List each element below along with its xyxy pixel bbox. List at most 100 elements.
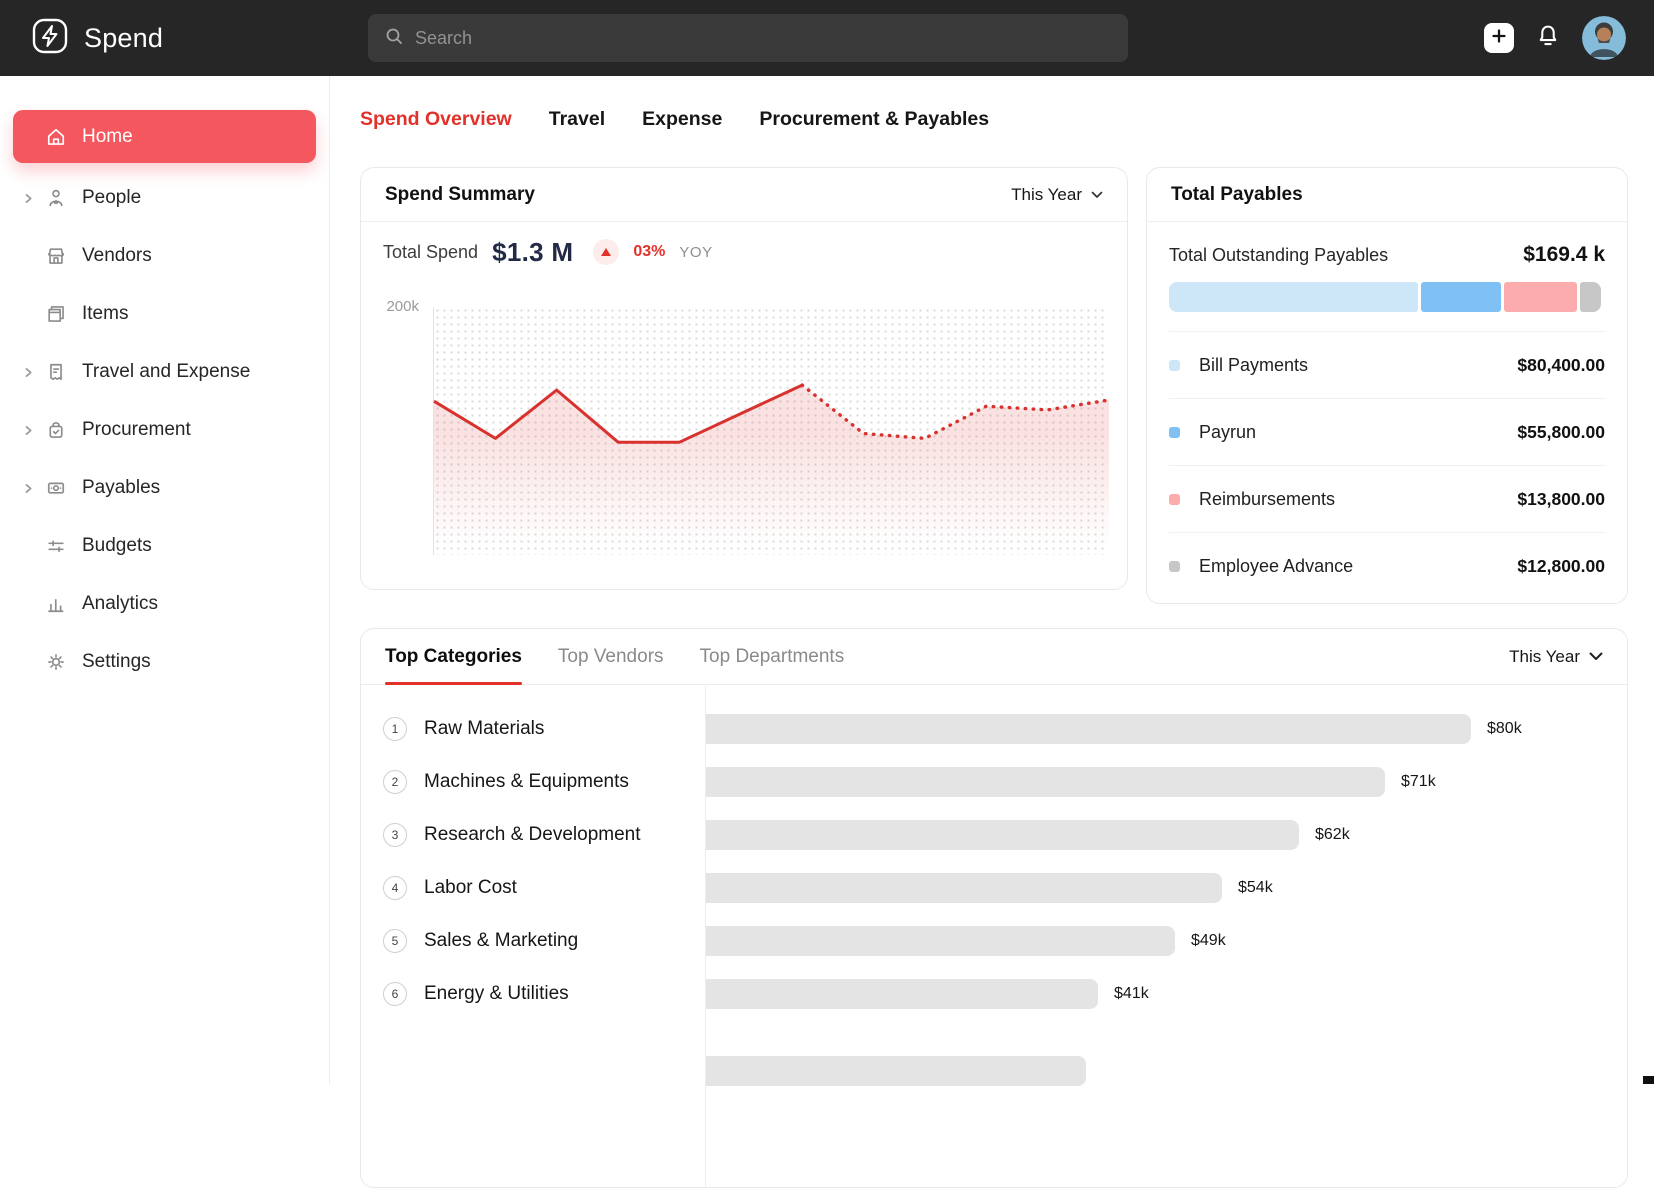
yoy-percent: 03% — [633, 243, 665, 261]
sidebar-item-procurement[interactable]: Procurement — [13, 401, 316, 459]
category-list-item: 1Raw Materials — [361, 702, 705, 755]
category-tabs: Top Categories Top Vendors Top Departments — [385, 629, 844, 684]
rank-badge: 6 — [383, 982, 407, 1006]
rank-badge: 4 — [383, 876, 407, 900]
sidebar-item-people[interactable]: People — [13, 169, 316, 227]
category-bar-value: $41k — [1114, 985, 1149, 1003]
top-categories-period-dropdown[interactable]: This Year — [1509, 629, 1603, 684]
payables-row: Reimbursements $13,800.00 — [1169, 465, 1605, 532]
category-label: Raw Materials — [424, 718, 544, 740]
category-list-item: 6Energy & Utilities — [361, 967, 705, 1020]
sidebar-item-label: Payables — [82, 477, 160, 499]
sidebar-item-payables[interactable]: Payables — [13, 459, 316, 517]
category-bar — [706, 873, 1222, 903]
legend-swatch — [1169, 360, 1180, 371]
app-title: Spend — [84, 23, 163, 54]
main-content: Spend Overview Travel Expense Procurement &… — [330, 76, 1654, 1084]
payables-stacked-bar — [1169, 282, 1605, 312]
corner-widget[interactable] — [1643, 1076, 1654, 1084]
sidebar-item-label: Analytics — [82, 593, 158, 615]
category-bar-value: $49k — [1191, 932, 1226, 950]
legend-swatch — [1169, 494, 1180, 505]
category-bar — [706, 767, 1385, 797]
sidebar-item-settings[interactable]: Settings — [13, 633, 316, 691]
category-label: Sales & Marketing — [424, 930, 578, 952]
category-label: Research & Development — [424, 824, 641, 846]
tab-spend-overview[interactable]: Spend Overview — [360, 108, 512, 131]
global-search[interactable] — [368, 14, 1128, 62]
total-payables-card: Total Payables Total Outstanding Payable… — [1146, 167, 1628, 604]
stack-segment-employee-advance — [1580, 282, 1600, 312]
chevron-right-icon[interactable] — [23, 483, 45, 494]
payables-row-value: $12,800.00 — [1517, 556, 1605, 577]
category-bar-value: $54k — [1238, 879, 1273, 897]
category-bar — [706, 979, 1098, 1009]
category-bar — [706, 820, 1299, 850]
box-icon — [45, 303, 82, 325]
sidebar-item-label: Vendors — [82, 245, 152, 267]
notifications-button[interactable] — [1535, 23, 1561, 54]
sidebar-item-analytics[interactable]: Analytics — [13, 575, 316, 633]
sidebar-item-label: Items — [82, 303, 128, 325]
yoy-label: YOY — [679, 244, 712, 261]
category-list-item: 5 Sales & Marketing — [361, 914, 705, 967]
period-value: This Year — [1509, 647, 1580, 667]
rank-badge: 5 — [383, 929, 407, 953]
category-bar-row: $54k — [706, 861, 1627, 914]
outstanding-payables-label: Total Outstanding Payables — [1169, 245, 1388, 266]
search-input[interactable] — [415, 28, 1112, 49]
quick-create-button[interactable] — [1484, 23, 1514, 53]
chevron-right-icon[interactable] — [23, 193, 45, 204]
chevron-right-icon[interactable] — [23, 367, 45, 378]
payables-row-value: $13,800.00 — [1517, 489, 1605, 510]
category-bar — [706, 1056, 1086, 1086]
stack-segment-bill-payments — [1169, 282, 1418, 312]
sidebar-item-items[interactable]: Items — [13, 285, 316, 343]
category-list-item: 3 Research & Development — [361, 808, 705, 861]
outstanding-payables-value: $169.4 k — [1523, 243, 1605, 267]
yoy-up-badge — [593, 239, 619, 265]
rank-badge: 3 — [383, 823, 407, 847]
y-axis-max-label: 200k — [361, 298, 419, 315]
chevron-down-icon — [1091, 191, 1103, 199]
payables-row-label: Payrun — [1199, 422, 1256, 443]
sidebar-item-vendors[interactable]: Vendors — [13, 227, 316, 285]
total-spend-value: $1.3 M — [492, 237, 573, 268]
sidebar-item-label: Travel and Expense — [82, 361, 250, 383]
category-list-item: 4Labor Cost — [361, 861, 705, 914]
stack-segment-reimbursements — [1504, 282, 1577, 312]
home-icon — [45, 126, 82, 148]
spend-summary-title: Spend Summary — [385, 184, 535, 206]
sidebar-item-travel-and-expense[interactable]: Travel and Expense — [13, 343, 316, 401]
category-bar-value: $71k — [1401, 773, 1436, 791]
spend-summary-period-dropdown[interactable]: This Year — [1011, 185, 1103, 205]
bell-icon — [1535, 23, 1561, 54]
stack-segment-payrun — [1421, 282, 1502, 312]
user-avatar[interactable] — [1582, 16, 1626, 60]
receipt-icon — [45, 361, 82, 383]
category-bar-row-partial — [706, 1044, 1627, 1097]
plus-icon — [1491, 28, 1507, 49]
payables-row-label: Reimbursements — [1199, 489, 1335, 510]
chevron-down-icon — [1589, 652, 1603, 661]
tab-top-vendors[interactable]: Top Vendors — [558, 629, 664, 684]
legend-swatch — [1169, 561, 1180, 572]
rank-badge: 2 — [383, 770, 407, 794]
app-logo[interactable]: Spend — [30, 0, 163, 76]
tab-top-departments[interactable]: Top Departments — [700, 629, 845, 684]
sidebar-item-budgets[interactable]: Budgets — [13, 517, 316, 575]
chevron-right-icon[interactable] — [23, 425, 45, 436]
sidebar-item-home[interactable]: Home — [13, 110, 316, 163]
person-icon — [45, 187, 82, 209]
tab-expense[interactable]: Expense — [642, 108, 722, 131]
category-bar-row: $71k — [706, 755, 1627, 808]
category-bar — [706, 714, 1471, 744]
tab-travel[interactable]: Travel — [549, 108, 605, 131]
sidebar-item-label: Home — [82, 126, 133, 148]
banknote-icon — [45, 477, 82, 499]
sidebar-item-label: Procurement — [82, 419, 191, 441]
topbar: Spend — [0, 0, 1654, 76]
tab-top-categories[interactable]: Top Categories — [385, 629, 522, 684]
tab-procurement-payables[interactable]: Procurement & Payables — [759, 108, 989, 131]
category-bar-row: $62k — [706, 808, 1627, 861]
